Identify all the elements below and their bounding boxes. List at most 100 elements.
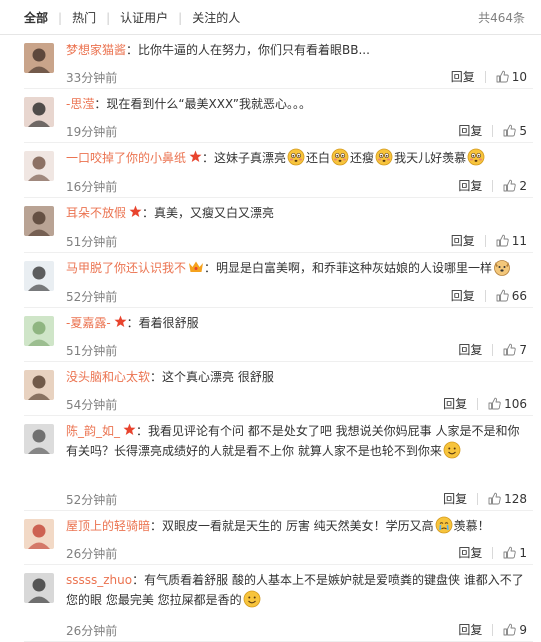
comment-text: sssss_zhuo：有气质看着舒服 酸的人基本上不是嫉妒就是爱喷粪的键盘侠 谁… [66,570,527,610]
reply-button[interactable]: 回复 [458,177,482,194]
comment-item: -夏嘉露- ：看着很舒服 51分钟前 回复 7 [0,308,541,362]
comment-actions: 回复 66 [451,287,527,304]
action-divider [484,289,486,302]
comment-text: 一口咬掉了你的小鼻纸 ：这妹子真漂亮 还白 还瘦 我天儿好羡慕 [66,148,527,168]
comment-actions: 回复 10 [451,68,527,85]
comment-body: 羡慕！ [453,519,490,533]
like-button[interactable]: 66 [496,289,527,303]
crying-emoji-icon [435,516,453,534]
thumbs-up-icon [496,70,509,83]
avatar[interactable] [24,370,54,400]
dog-emoji-icon [493,258,511,276]
thumbs-up-icon [496,289,509,302]
smile-emoji-icon [443,441,461,459]
comment-filter-bar: 全部 | 热门 | 认证用户 | 关注的人 共464条 [0,0,541,35]
like-count: 1 [519,545,527,560]
like-button[interactable]: 11 [496,234,527,248]
comment-item: 屋顶上的轻骑暗：双眼皮一看就是天生的 厉害 纯天然美女！学历又高 羡慕！ 26分钟前… [0,511,541,565]
comment-text: -思滢：现在看到什么“最美XXX”我就恶心。。。 [66,94,527,114]
tab-following[interactable]: 关注的人 [192,9,240,26]
reply-button[interactable]: 回复 [458,341,482,358]
action-divider [492,546,494,559]
comment-timestamp: 33分钟前 [66,71,118,85]
comment-username-link[interactable]: 没头脑和心太软 [66,370,150,384]
tab-separator: | [106,10,111,25]
comment-username-link[interactable]: 一口咬掉了你的小鼻纸 [66,151,186,165]
like-button[interactable]: 5 [503,124,527,138]
thumbs-up-icon [496,234,509,247]
reply-button[interactable]: 回复 [451,68,475,85]
verified-star-icon [123,423,136,436]
verified-star-icon [129,205,142,218]
avatar[interactable] [24,97,54,127]
avatar[interactable] [24,316,54,346]
like-button[interactable]: 1 [503,546,527,560]
like-button[interactable]: 128 [488,492,527,506]
verified-star-icon [189,150,202,163]
like-button[interactable]: 106 [488,397,527,411]
comment-username-link[interactable]: 耳朵不放假 [66,206,126,220]
reply-button[interactable]: 回复 [443,395,467,412]
comment-actions: 回复 106 [443,395,527,412]
tab-all[interactable]: 全部 [24,9,48,26]
comment-body: ：这妹子真漂亮 [202,151,287,165]
like-button[interactable]: 9 [503,623,527,637]
comment-text: 没头脑和心太软：这个真心漂亮 很舒服 [66,367,527,387]
avatar[interactable] [24,43,54,73]
reply-button[interactable]: 回复 [458,122,482,139]
comment-body: ：现在看到什么“最美XXX”我就恶心。。。 [94,97,311,111]
comment-username-link[interactable]: 屋顶上的轻骑暗 [66,519,150,533]
tab-verified[interactable]: 认证用户 [120,9,168,26]
avatar[interactable] [24,573,54,603]
like-count: 66 [511,288,527,303]
tab-separator: | [58,10,63,25]
shy-emoji-icon [331,148,349,166]
reply-button[interactable]: 回复 [451,232,475,249]
comment-text: 屋顶上的轻骑暗：双眼皮一看就是天生的 厉害 纯天然美女！学历又高 羡慕！ [66,516,527,536]
like-count: 7 [519,342,527,357]
thumbs-up-icon [503,623,517,636]
comment-actions: 回复 7 [458,341,527,358]
reply-button[interactable]: 回复 [458,544,482,561]
comment-body: ：真美，又瘦又白又漂亮 [142,206,275,220]
comment-item: 马甲脱了你还认识我不 ：明显是白富美啊，和乔菲这种灰姑娘的人设哪里一样 52分钟前 回… [0,253,541,308]
comment-username-link[interactable]: 陈_韵_如_ [66,424,120,438]
comment-username-link[interactable]: sssss_zhuo [66,573,132,587]
comment-text: 陈_韵_如_ ：我看见评论有个问 都不是处女了吧 我想说关你妈屁事 人家是不是和你… [66,421,527,461]
tab-hot[interactable]: 热门 [72,9,96,26]
avatar[interactable] [24,261,54,291]
comment-timestamp: 51分钟前 [66,344,118,358]
comment-username-link[interactable]: 梦想家猫酱 [66,43,126,57]
reply-button[interactable]: 回复 [458,621,482,638]
reply-button[interactable]: 回复 [451,287,475,304]
reply-button[interactable]: 回复 [443,490,467,507]
comment-actions: 回复 1 [458,544,527,561]
comment-actions: 回复 11 [451,232,527,249]
comment-username-link[interactable]: -思滢 [66,97,94,111]
avatar[interactable] [24,151,54,181]
like-count: 106 [504,396,527,411]
comment-username-link[interactable]: -夏嘉露- [66,316,111,330]
like-button[interactable]: 2 [503,179,527,193]
comment-item: sssss_zhuo：有气质看着舒服 酸的人基本上不是嫉妒就是爱喷粪的键盘侠 谁… [0,565,541,642]
like-count: 5 [519,123,527,138]
comment-actions: 回复 9 [458,621,527,638]
comment-body: 还白 [306,151,331,165]
avatar[interactable] [24,206,54,236]
comment-timestamp: 51分钟前 [66,235,118,249]
vip-crown-icon [188,260,204,274]
like-count: 9 [519,622,527,637]
comment-body: ：双眼皮一看就是天生的 厉害 纯天然美女！学历又高 [150,519,434,533]
like-button[interactable]: 10 [496,70,527,84]
comment-item: 一口咬掉了你的小鼻纸 ：这妹子真漂亮 还白 还瘦 我天儿好羡慕 16分钟前 回复 2 [0,143,541,198]
comment-body: ：有气质看着舒服 酸的人基本上不是嫉妒就是爱喷粪的键盘侠 谁都入不了您的眼 您最… [66,573,524,607]
thumbs-up-icon [488,397,501,410]
comment-username-link[interactable]: 马甲脱了你还认识我不 [66,261,186,275]
action-divider [477,492,479,505]
like-button[interactable]: 7 [503,343,527,357]
avatar[interactable] [24,519,54,549]
comment-timestamp: 26分钟前 [66,624,118,638]
comment-total-count: 共464条 [478,11,525,25]
avatar[interactable] [24,424,54,454]
comment-item: 耳朵不放假 ：真美，又瘦又白又漂亮 51分钟前 回复 11 [0,198,541,253]
